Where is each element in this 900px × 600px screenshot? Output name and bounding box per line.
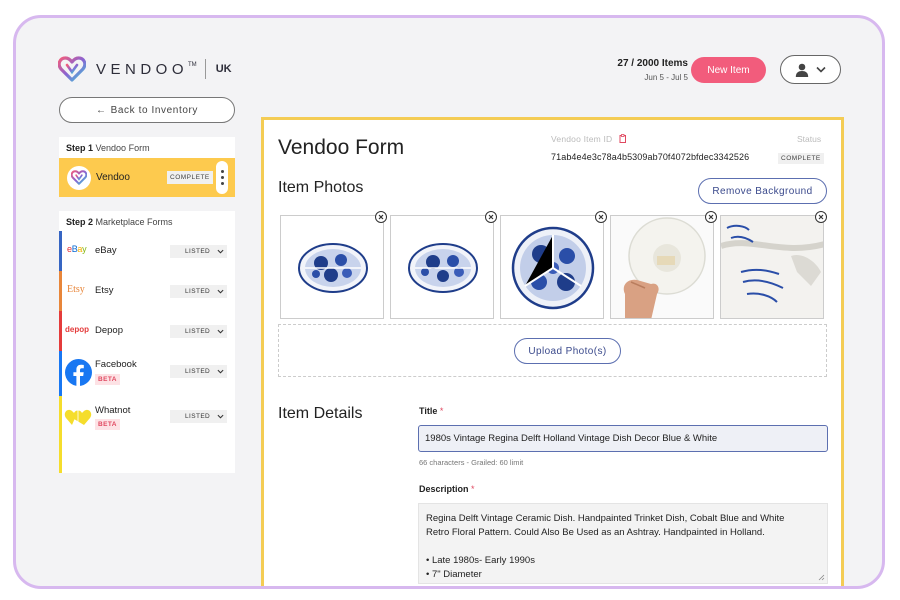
marketplace-etsy[interactable]: Etsy Etsy LISTED bbox=[59, 271, 235, 311]
remove-photo-icon[interactable] bbox=[485, 211, 497, 223]
chevron-down-icon bbox=[217, 249, 224, 254]
chevron-down-icon bbox=[217, 369, 224, 374]
remove-photo-icon[interactable] bbox=[375, 211, 387, 223]
marketplace-color-bar bbox=[59, 311, 62, 351]
vendoo-form-item[interactable]: Vendoo COMPLETE bbox=[59, 158, 235, 197]
facebook-logo-icon bbox=[65, 359, 92, 386]
beta-badge: BETA bbox=[95, 419, 120, 430]
title-char-hint: 66 characters - Grailed: 60 limit bbox=[419, 458, 524, 467]
items-count: 27 / 2000 Items bbox=[617, 58, 688, 69]
item-details-heading: Item Details bbox=[278, 405, 363, 422]
chevron-down-icon bbox=[816, 66, 826, 73]
remove-photo-icon[interactable] bbox=[705, 211, 717, 223]
user-icon bbox=[795, 63, 809, 77]
marketplace-facebook[interactable]: Facebook BETA LISTED bbox=[59, 351, 235, 396]
vendoo-form-panel: Vendoo Form Vendoo Item ID 71ab4e4e3c78a… bbox=[261, 117, 844, 586]
marketplace-whatnot[interactable]: Whatnot BETA LISTED bbox=[59, 396, 235, 473]
item-photo[interactable] bbox=[720, 215, 824, 319]
whatnot-logo-icon bbox=[64, 409, 92, 425]
marketplace-name: Facebook bbox=[95, 359, 137, 370]
step2-card: Step 2 Marketplace Forms eBay eBay LISTE… bbox=[59, 211, 235, 473]
logo-divider bbox=[204, 59, 206, 79]
marketplace-name: Etsy bbox=[95, 285, 114, 296]
item-id-label: Vendoo Item ID bbox=[551, 134, 627, 144]
description-line: • 7" Diameter bbox=[426, 569, 482, 580]
marketplace-name: Depop bbox=[95, 325, 123, 336]
description-textarea[interactable]: Regina Delft Vintage Ceramic Dish. Handp… bbox=[418, 503, 828, 584]
marketplace-color-bar bbox=[59, 396, 62, 473]
marketplace-name: Whatnot bbox=[95, 405, 131, 416]
description-line bbox=[426, 540, 820, 554]
dish-photo-image bbox=[281, 216, 383, 318]
upload-photos-button[interactable]: Upload Photo(s) bbox=[514, 338, 621, 364]
marketplace-color-bar bbox=[59, 351, 62, 396]
step1-card: Step 1 Vendoo Form Vendoo COMPLETE bbox=[59, 137, 235, 197]
more-options-icon[interactable] bbox=[216, 161, 228, 194]
vendoo-logo[interactable]: VENDOOTM UK bbox=[58, 56, 232, 82]
items-counter: 27 / 2000 Items Jun 5 - Jul 5 bbox=[592, 58, 688, 82]
description-line: Regina Delft Vintage Ceramic Dish. Handp… bbox=[426, 513, 785, 524]
dish-photo-image bbox=[391, 216, 493, 318]
item-photo[interactable] bbox=[500, 215, 604, 319]
item-photo[interactable] bbox=[280, 215, 384, 319]
arrow-left-icon: ← bbox=[95, 104, 107, 116]
status-badge: COMPLETE bbox=[778, 153, 824, 164]
title-input[interactable] bbox=[418, 425, 828, 452]
vendoo-label: Vendoo bbox=[96, 172, 130, 183]
resize-handle-icon[interactable] bbox=[818, 574, 825, 581]
marketplace-color-bar bbox=[59, 271, 62, 311]
dish-stamp-photo-image bbox=[721, 216, 823, 318]
marketplace-name: eBay bbox=[95, 245, 117, 256]
item-photo[interactable] bbox=[610, 215, 714, 319]
description-line: • Late 1980s- Early 1990s bbox=[426, 555, 535, 566]
etsy-logo-icon: Etsy bbox=[67, 284, 85, 295]
heart-logo-icon bbox=[58, 56, 86, 82]
item-id-value: 71ab4e4e3c78a4b5309ab70f4072bfdec3342526 bbox=[551, 152, 750, 162]
billing-period: Jun 5 - Jul 5 bbox=[644, 73, 688, 82]
brand-name: VENDOOTM bbox=[96, 60, 197, 78]
remove-photo-icon[interactable] bbox=[815, 211, 827, 223]
marketplace-ebay[interactable]: eBay eBay LISTED bbox=[59, 231, 235, 271]
chevron-down-icon bbox=[217, 329, 224, 334]
listing-status-dropdown[interactable]: LISTED bbox=[170, 410, 227, 423]
listing-status-dropdown[interactable]: LISTED bbox=[170, 325, 227, 338]
listing-status-dropdown[interactable]: LISTED bbox=[170, 365, 227, 378]
remove-photo-icon[interactable] bbox=[595, 211, 607, 223]
chevron-down-icon bbox=[217, 289, 224, 294]
new-item-button[interactable]: New Item bbox=[691, 57, 766, 83]
vendoo-status-badge: COMPLETE bbox=[167, 171, 213, 184]
item-photos-heading: Item Photos bbox=[278, 179, 364, 196]
heart-logo-icon bbox=[71, 170, 87, 185]
page-title: Vendoo Form bbox=[278, 136, 405, 159]
depop-logo-icon: depop bbox=[65, 325, 89, 334]
marketplace-color-bar bbox=[59, 231, 62, 271]
listing-status-dropdown[interactable]: LISTED bbox=[170, 285, 227, 298]
remove-background-button[interactable]: Remove Background bbox=[698, 178, 827, 204]
listing-status-dropdown[interactable]: LISTED bbox=[170, 245, 227, 258]
title-label: Title * bbox=[419, 406, 444, 416]
dish-back-photo-image bbox=[611, 216, 713, 318]
region-label: UK bbox=[215, 63, 232, 75]
chevron-down-icon bbox=[217, 414, 224, 419]
ebay-logo-icon: eBay bbox=[67, 244, 87, 254]
marketplace-depop[interactable]: depop Depop LISTED bbox=[59, 311, 235, 351]
photo-upload-dropzone[interactable]: Upload Photo(s) bbox=[278, 324, 827, 377]
copy-icon[interactable] bbox=[619, 134, 627, 143]
vendoo-circle-logo bbox=[67, 165, 91, 190]
back-label: Back to Inventory bbox=[110, 104, 199, 116]
description-label: Description * bbox=[419, 484, 475, 494]
status-label: Status bbox=[797, 134, 822, 144]
back-to-inventory-button[interactable]: ← Back to Inventory bbox=[59, 97, 235, 123]
step2-label: Step 2 Marketplace Forms bbox=[66, 217, 173, 227]
description-line: Retro Floral Pattern. Could Also Be Used… bbox=[426, 527, 765, 538]
app-frame: VENDOOTM UK 27 / 2000 Items Jun 5 - Jul … bbox=[13, 15, 885, 589]
step1-label: Step 1 Vendoo Form bbox=[66, 143, 150, 153]
dish-photo-image bbox=[501, 216, 603, 318]
item-photo[interactable] bbox=[390, 215, 494, 319]
user-menu-button[interactable] bbox=[780, 55, 841, 84]
beta-badge: BETA bbox=[95, 374, 120, 385]
